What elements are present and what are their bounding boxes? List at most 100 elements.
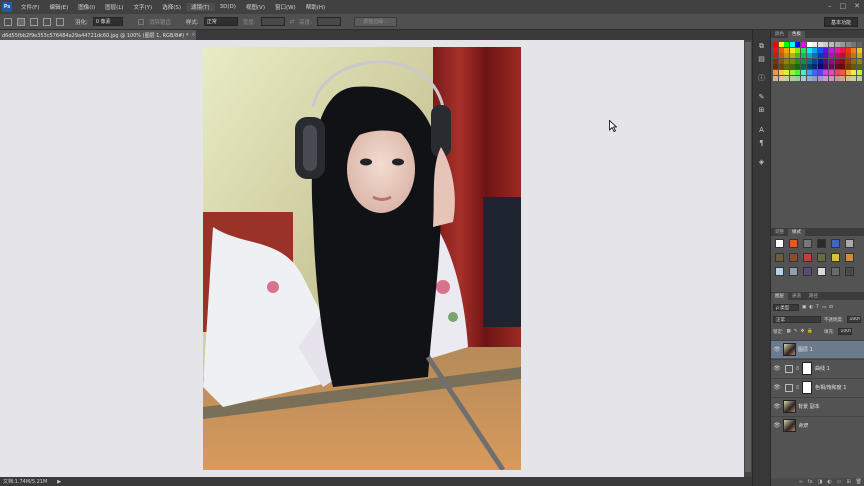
style-preset[interactable]: [775, 267, 784, 276]
style-select[interactable]: 正常: [203, 17, 238, 26]
color-swatch[interactable]: [795, 58, 801, 64]
antialias-checkbox[interactable]: [137, 18, 144, 25]
menu-edit[interactable]: 编辑(E): [44, 3, 73, 11]
color-swatch[interactable]: [817, 53, 823, 59]
visibility-eye-icon[interactable]: 👁: [771, 403, 783, 410]
swap-icon[interactable]: ⇄: [290, 19, 295, 25]
filter-type-icon[interactable]: T: [816, 305, 819, 310]
color-swatch[interactable]: [823, 69, 829, 75]
color-swatch[interactable]: [773, 42, 778, 47]
style-preset[interactable]: [817, 239, 826, 248]
style-preset[interactable]: [817, 253, 826, 262]
color-swatch[interactable]: [851, 75, 857, 81]
layer-name[interactable]: 背景 副本: [798, 403, 820, 410]
layer-name[interactable]: 色相/饱和度 1: [815, 384, 846, 391]
style-preset[interactable]: [831, 253, 840, 262]
color-swatch[interactable]: [778, 75, 784, 81]
menu-image[interactable]: 图像(I): [73, 3, 100, 11]
color-swatch[interactable]: [840, 69, 846, 75]
color-swatch[interactable]: [806, 58, 812, 64]
style-preset[interactable]: [789, 267, 798, 276]
lock-all-icon[interactable]: 🔒: [807, 329, 813, 334]
close-window-icon[interactable]: ✕: [854, 2, 860, 10]
document-image[interactable]: [203, 47, 521, 470]
color-swatch[interactable]: [812, 53, 818, 59]
color-swatch[interactable]: [851, 58, 857, 64]
new-selection-icon[interactable]: [17, 17, 25, 26]
status-menu-arrow-icon[interactable]: ▶: [57, 479, 61, 485]
color-swatch[interactable]: [812, 69, 818, 75]
info-panel-icon[interactable]: ⓘ: [757, 74, 766, 82]
color-swatch[interactable]: [840, 42, 846, 47]
color-swatch[interactable]: [823, 58, 829, 64]
color-swatch[interactable]: [812, 47, 818, 53]
menu-view[interactable]: 视图(V): [241, 3, 270, 11]
refine-edge-button[interactable]: 调整边缘...: [354, 16, 397, 27]
color-swatch[interactable]: [834, 69, 840, 75]
menu-select[interactable]: 选择(S): [157, 3, 186, 11]
color-swatch[interactable]: [851, 53, 857, 59]
new-group-icon[interactable]: ▭: [837, 479, 842, 485]
color-swatch[interactable]: [823, 75, 829, 81]
marquee-tool-icon[interactable]: [4, 17, 12, 26]
color-swatch[interactable]: [828, 58, 834, 64]
layer-row-layer1[interactable]: 👁 图层 1: [771, 340, 864, 358]
color-swatch[interactable]: [789, 58, 795, 64]
color-swatch[interactable]: [834, 47, 840, 53]
layer-name[interactable]: 背景: [798, 422, 808, 429]
lock-move-icon[interactable]: ✥: [801, 329, 805, 334]
maximize-icon[interactable]: □: [840, 2, 847, 10]
color-swatch[interactable]: [817, 69, 823, 75]
character-panel-icon[interactable]: A: [757, 126, 766, 134]
tab-channels[interactable]: 通道: [788, 293, 805, 300]
color-swatch[interactable]: [823, 53, 829, 59]
color-swatch[interactable]: [784, 42, 790, 47]
menu-type[interactable]: 文字(Y): [129, 3, 158, 11]
color-swatch[interactable]: [828, 53, 834, 59]
color-swatch[interactable]: [773, 58, 778, 64]
color-swatch[interactable]: [795, 64, 801, 70]
width-input[interactable]: [260, 17, 285, 26]
color-swatch[interactable]: [778, 64, 784, 70]
color-swatch[interactable]: [812, 42, 818, 47]
new-adjustment-icon[interactable]: ◐: [827, 479, 831, 485]
layer-name[interactable]: 曲线 1: [815, 365, 830, 372]
color-swatch[interactable]: [845, 47, 851, 53]
color-swatch[interactable]: [817, 42, 823, 47]
color-swatch[interactable]: [800, 58, 806, 64]
color-swatch[interactable]: [812, 64, 818, 70]
tab-paths[interactable]: 路径: [805, 293, 822, 300]
color-swatch[interactable]: [778, 58, 784, 64]
color-swatch[interactable]: [806, 69, 812, 75]
menu-filter[interactable]: 滤镜(T): [185, 3, 215, 11]
color-swatch[interactable]: [806, 47, 812, 53]
color-swatch[interactable]: [840, 64, 846, 70]
paragraph-panel-icon[interactable]: ¶: [757, 139, 766, 147]
blend-mode-select[interactable]: 正常: [773, 316, 821, 323]
color-swatch[interactable]: [795, 42, 801, 47]
height-input[interactable]: [317, 17, 342, 26]
color-swatch[interactable]: [789, 75, 795, 81]
menu-3d[interactable]: 3D(D): [215, 4, 241, 10]
vertical-scrollbar[interactable]: [744, 40, 752, 477]
color-swatch[interactable]: [789, 64, 795, 70]
delete-layer-icon[interactable]: 🗑: [856, 479, 862, 485]
layer-name[interactable]: 图层 1: [798, 346, 813, 353]
color-swatch[interactable]: [828, 42, 834, 47]
color-swatch[interactable]: [845, 64, 851, 70]
history-panel-icon[interactable]: ⧉: [757, 42, 766, 50]
color-swatch[interactable]: [784, 69, 790, 75]
menu-file[interactable]: 文件(F): [16, 3, 44, 11]
color-swatch[interactable]: [817, 75, 823, 81]
add-selection-icon[interactable]: [30, 17, 38, 26]
color-swatch[interactable]: [823, 42, 829, 47]
swatch-grid[interactable]: [773, 42, 864, 81]
tab-swatches[interactable]: 色板: [788, 31, 805, 38]
clone-source-icon[interactable]: ⊞: [757, 106, 766, 114]
color-swatch[interactable]: [778, 42, 784, 47]
style-preset-grid[interactable]: [775, 239, 855, 277]
visibility-eye-icon[interactable]: 👁: [771, 422, 783, 429]
layer-kind-select[interactable]: ρ 类型: [773, 304, 799, 311]
color-swatch[interactable]: [778, 69, 784, 75]
color-swatch[interactable]: [784, 47, 790, 53]
